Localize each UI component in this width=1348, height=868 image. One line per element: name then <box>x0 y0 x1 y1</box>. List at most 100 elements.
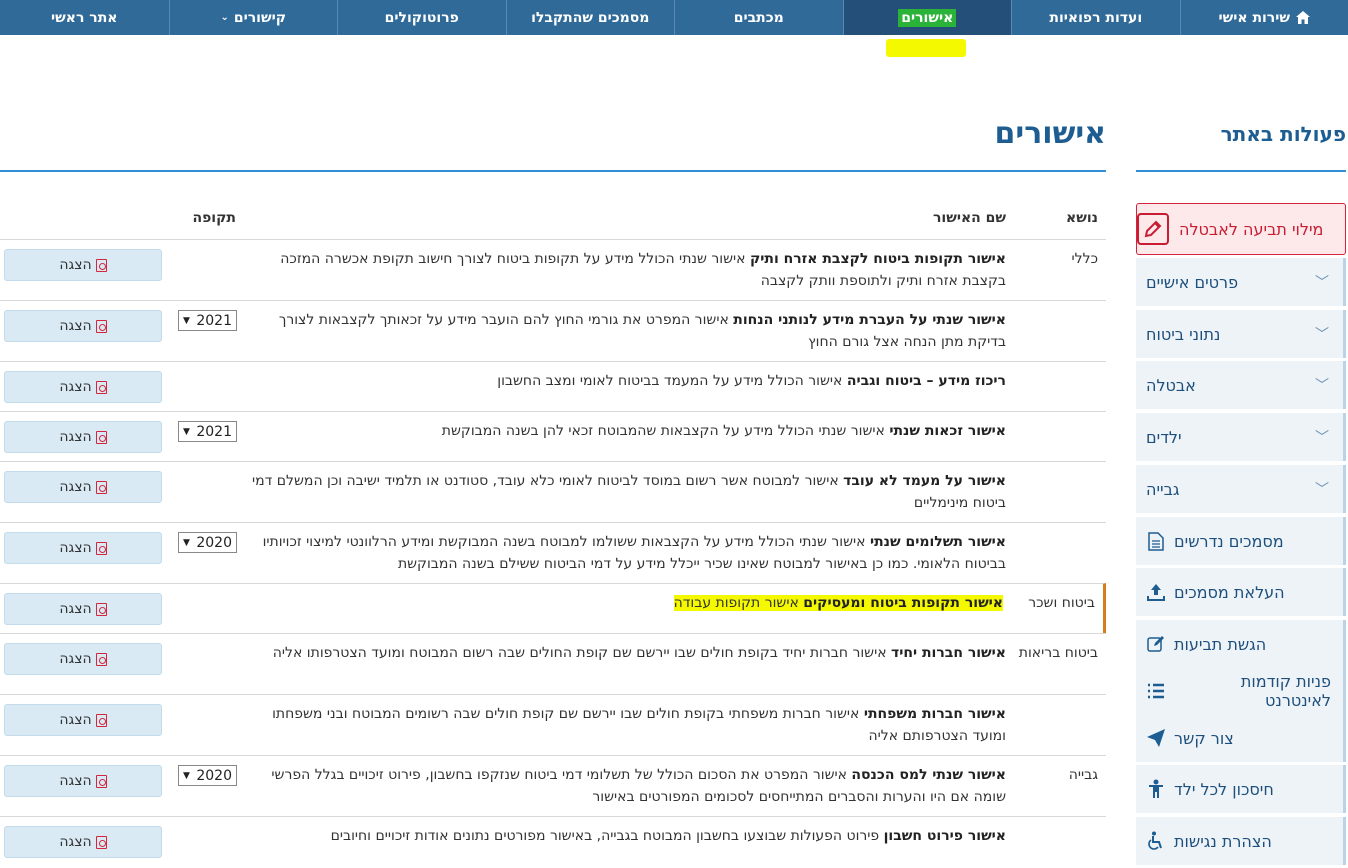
nav-received-documents[interactable]: מסמכים שהתקבלו <box>505 0 675 35</box>
nav-label: ועדות רפואיות <box>1049 9 1143 26</box>
nav-label: מסמכים שהתקבלו <box>531 9 650 26</box>
list-icon <box>1146 681 1166 701</box>
approval-description: אישור חברות יחיד בקופת חולים שבו יירשם ש… <box>272 645 892 661</box>
show-button[interactable]: הצגה <box>4 249 162 281</box>
table-row: אישור פירוט חשבון פירוט הפעולות שבוצעו ב… <box>0 816 1106 868</box>
approval-description: פירוט הפעולות שבוצעו בחשבון המבוטח בגביי… <box>330 828 884 844</box>
sidebar-link-label: פניות קודמות לאינטרנט <box>1240 672 1331 710</box>
show-button-label: הצגה <box>59 601 92 617</box>
page-title: אישורים <box>994 116 1106 151</box>
sidebar-link-savings-for-child[interactable]: חיסכון לכל ילד <box>1136 765 1346 813</box>
pdf-icon <box>95 430 107 444</box>
show-button-label: הצגה <box>59 479 92 495</box>
sidebar-link-upload-documents[interactable]: העלאת מסמכים <box>1136 568 1346 616</box>
row-topic: ביטוח בריאות <box>1018 645 1098 661</box>
nav-label: פרוטוקולים <box>384 9 459 26</box>
show-button-label: הצגה <box>59 540 92 556</box>
table-row: אישור על מעמד לא עובד אישור למבוטח אשר ר… <box>0 461 1106 522</box>
show-button-label: הצגה <box>59 257 92 273</box>
approval-name: אישור חברות יחיד <box>891 645 1006 661</box>
table-row: אישור תשלומים שנתי אישור שנתי הכולל מידע… <box>0 522 1106 583</box>
nav-medical-committees[interactable]: ועדות רפואיות <box>1011 0 1180 35</box>
table-row: אישור חברות משפחתי אישור חברות משפחתי בק… <box>0 694 1106 755</box>
period-select[interactable]: ▼ 2021 <box>178 310 237 331</box>
show-button-label: הצגה <box>59 379 92 395</box>
top-nav: שירות אישי ועדות רפואיות אישורים מכתבים … <box>0 0 1348 35</box>
table-row: ביטוח ושכר אישור תקופות ביטוח ומעסיקים אי… <box>0 583 1106 633</box>
sidebar-link-label: צור קשר <box>1174 728 1234 748</box>
sidebar-link-required-documents[interactable]: מסמכים נדרשים <box>1136 517 1346 565</box>
sidebar-link-submit-claims[interactable]: הגשת תביעות <box>1136 620 1346 668</box>
sidebar-item-collection[interactable]: ﹀ גבייה <box>1136 465 1346 513</box>
show-button[interactable]: הצגה <box>4 704 162 736</box>
pdf-icon <box>95 380 107 394</box>
approval-name: אישור שנתי למס הכנסה <box>851 767 1006 783</box>
sidebar-item-insurance-data[interactable]: ﹀ נתוני ביטוח <box>1136 310 1346 358</box>
pdf-icon <box>95 258 107 272</box>
show-button[interactable]: הצגה <box>4 471 162 503</box>
sidebar-link-label: הצהרת נגישות <box>1174 831 1272 851</box>
chevron-down-icon: ﹀ <box>1315 378 1329 394</box>
sidebar-link-accessibility[interactable]: הצהרת נגישות <box>1136 817 1346 865</box>
show-button[interactable]: הצגה <box>4 310 162 342</box>
nav-links[interactable]: קישורים ⌄ <box>168 0 338 35</box>
header-period: תקופה <box>192 210 236 226</box>
pdf-icon <box>95 602 107 616</box>
approval-description: אישור תקופות עבודה <box>673 595 804 611</box>
row-description: אישור שנתי למס הכנסה אישור המפרט את הסכו… <box>246 764 1006 808</box>
row-description: ריכוז מידע – ביטוח וגביה אישור הכולל מיד… <box>246 370 1006 392</box>
nav-label: אישורים <box>898 8 957 27</box>
show-button-label: הצגה <box>59 834 92 850</box>
sidebar-link-contact-us[interactable]: צור קשר <box>1136 714 1346 762</box>
nav-letters[interactable]: מכתבים <box>674 0 843 35</box>
row-description: אישור על מעמד לא עובד אישור למבוטח אשר ר… <box>246 470 1006 514</box>
pdf-icon <box>95 319 107 333</box>
show-button[interactable]: הצגה <box>4 826 162 858</box>
chevron-down-icon: ▼ <box>183 537 190 548</box>
child-icon <box>1146 779 1166 799</box>
sidebar-item-personal-details[interactable]: ﹀ פרטים אישיים <box>1136 258 1346 306</box>
show-button[interactable]: הצגה <box>4 593 162 625</box>
nav-personal-service[interactable]: שירות אישי <box>1179 0 1348 35</box>
period-select[interactable]: ▼ 2021 <box>178 421 237 442</box>
period-value: 2021 <box>196 312 232 329</box>
approval-name: אישור פירוט חשבון <box>883 828 1006 844</box>
approval-name: אישור תקופות ביטוח לקצבת אזרח ותיק <box>749 251 1006 267</box>
document-icon <box>1146 531 1166 551</box>
show-button[interactable]: הצגה <box>4 765 162 797</box>
approval-name: אישור על מעמד לא עובד <box>843 473 1006 489</box>
nav-main-site[interactable]: אתר ראשי <box>0 0 169 35</box>
show-button-label: הצגה <box>59 318 92 334</box>
sidebar-item-children[interactable]: ﹀ ילדים <box>1136 413 1346 461</box>
show-button[interactable]: הצגה <box>4 371 162 403</box>
period-select[interactable]: ▼ 2020 <box>178 765 237 786</box>
nav-approvals[interactable]: אישורים <box>842 0 1011 35</box>
sidebar-item-label: אבטלה <box>1146 375 1196 395</box>
sidebar-item-label: גבייה <box>1146 479 1180 499</box>
chevron-down-icon: ﹀ <box>1315 430 1329 446</box>
nav-label: אתר ראשי <box>51 9 118 26</box>
nav-protocols[interactable]: פרוטוקולים <box>337 0 506 35</box>
nav-label: שירות אישי <box>1218 9 1290 26</box>
approval-name: ריכוז מידע – ביטוח וגביה <box>846 373 1006 389</box>
row-description: אישור תקופות ביטוח לקצבת אזרח ותיק אישור… <box>246 248 1006 292</box>
pdf-icon <box>95 541 107 555</box>
sidebar-link-label: הגשת תביעות <box>1174 634 1267 654</box>
upload-icon <box>1146 582 1166 602</box>
show-button-label: הצגה <box>59 773 92 789</box>
show-button[interactable]: הצגה <box>4 421 162 453</box>
table-row: ביטוח בריאות אישור חברות יחיד אישור חברות… <box>0 633 1106 694</box>
chevron-down-icon: ⌄ <box>220 12 229 23</box>
sidebar-item-label: פרטים אישיים <box>1146 272 1239 292</box>
approval-name: אישור שנתי על העברת מידע לנותני הנחות <box>733 312 1006 328</box>
send-icon <box>1146 728 1166 748</box>
period-select[interactable]: ▼ 2020 <box>178 532 237 553</box>
sidebar-item-unemployment[interactable]: ﹀ אבטלה <box>1136 361 1346 409</box>
show-button[interactable]: הצגה <box>4 643 162 675</box>
sidebar-link-previous-inquiries[interactable]: פניות קודמות לאינטרנט <box>1136 667 1346 715</box>
chevron-down-icon: ▼ <box>183 315 190 326</box>
fill-unemployment-claim-button[interactable]: מילוי תביעה לאבטלה <box>1136 203 1346 255</box>
row-description: אישור שנתי על העברת מידע לנותני הנחות אי… <box>246 309 1006 353</box>
show-button[interactable]: הצגה <box>4 532 162 564</box>
period-value: 2020 <box>196 534 232 551</box>
